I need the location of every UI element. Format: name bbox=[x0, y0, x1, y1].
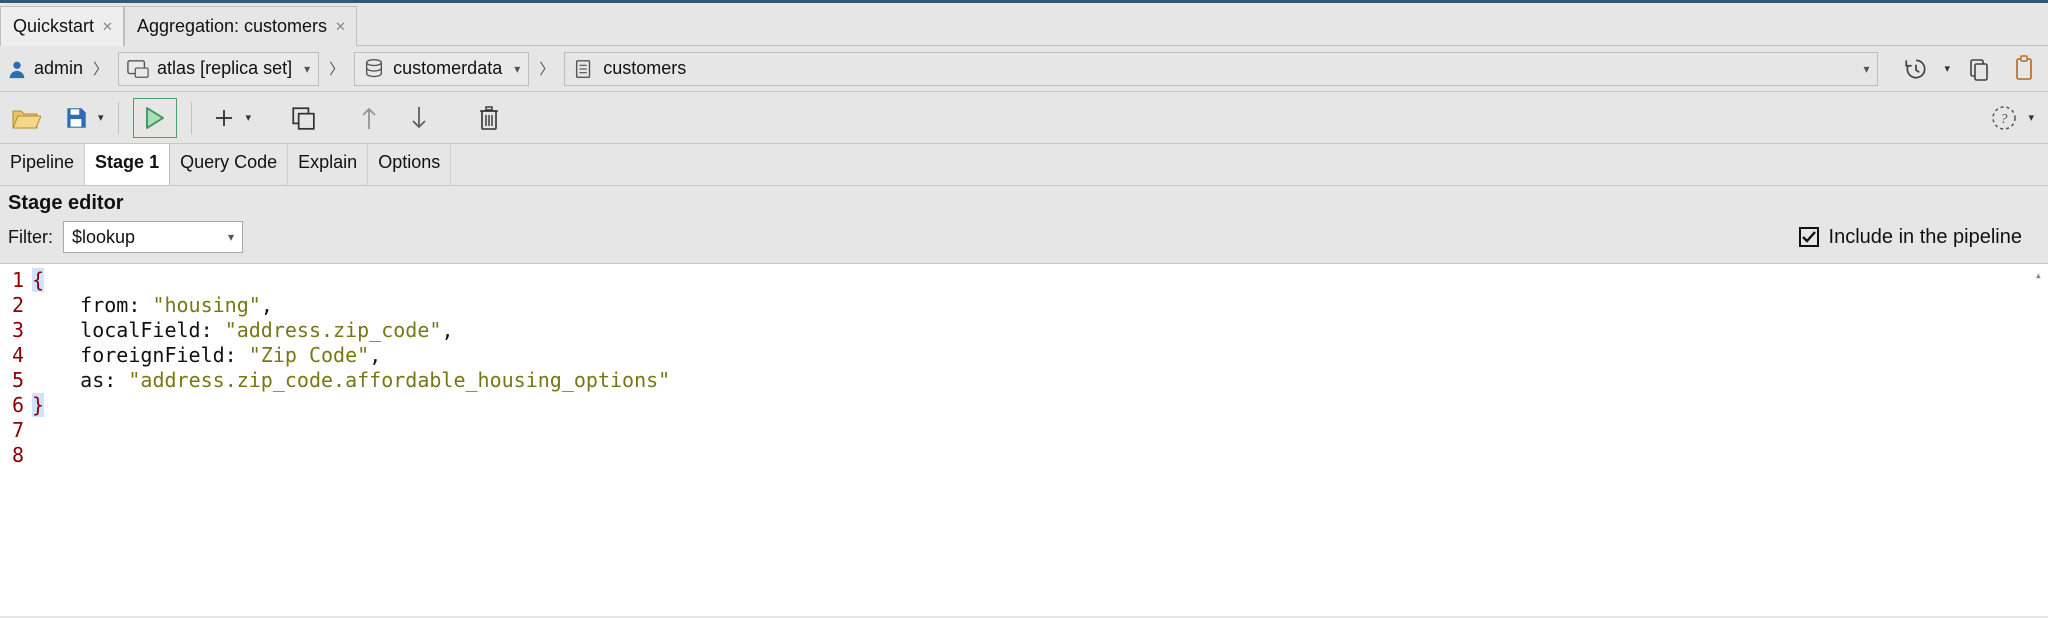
filter-label: Filter: bbox=[8, 227, 53, 248]
add-caret[interactable]: ▾ bbox=[246, 111, 252, 124]
collection-selector[interactable]: customers ▾ bbox=[564, 52, 1878, 86]
database-selector[interactable]: customerdata ▾ bbox=[354, 52, 529, 86]
chevron-down-icon: ▾ bbox=[514, 62, 520, 76]
collection-label: customers bbox=[603, 58, 686, 79]
window-tabs: Quickstart ✕ Aggregation: customers ✕ bbox=[0, 3, 2048, 46]
user-icon bbox=[6, 58, 28, 80]
chevron-down-icon: ▾ bbox=[304, 62, 310, 76]
tab-explain[interactable]: Explain bbox=[288, 144, 368, 185]
window-tab-aggregation[interactable]: Aggregation: customers ✕ bbox=[124, 6, 357, 46]
cluster-label: atlas [replica set] bbox=[157, 58, 292, 79]
chevron-down-icon: ▾ bbox=[228, 230, 234, 244]
chevron-right-icon: 〉 bbox=[325, 58, 348, 79]
cluster-selector[interactable]: atlas [replica set] ▾ bbox=[118, 52, 319, 86]
copy-button[interactable] bbox=[1960, 51, 1996, 87]
help-button[interactable]: ? bbox=[1986, 100, 2022, 136]
window-tab-quickstart[interactable]: Quickstart ✕ bbox=[0, 6, 124, 46]
save-button[interactable] bbox=[58, 100, 94, 136]
add-button[interactable] bbox=[206, 100, 242, 136]
code-editor[interactable]: 12345678 { from: "housing", localField: … bbox=[0, 264, 2048, 616]
context-bar: admin 〉 atlas [replica set] ▾ 〉 customer… bbox=[0, 46, 2048, 92]
paste-button[interactable] bbox=[2006, 51, 2042, 87]
tab-stage-1[interactable]: Stage 1 bbox=[85, 144, 170, 185]
user-label: admin bbox=[34, 58, 83, 79]
svg-text:?: ? bbox=[2001, 112, 2008, 127]
close-icon[interactable]: ✕ bbox=[335, 19, 346, 35]
duplicate-button[interactable] bbox=[285, 100, 321, 136]
filter-select[interactable]: $lookup ▾ bbox=[63, 221, 243, 253]
tab-options[interactable]: Options bbox=[368, 144, 451, 185]
history-caret[interactable]: ▾ bbox=[1944, 62, 1950, 75]
move-down-button[interactable] bbox=[401, 100, 437, 136]
scroll-up-icon[interactable]: ▴ bbox=[2035, 268, 2042, 282]
tab-query-code[interactable]: Query Code bbox=[170, 144, 288, 185]
editor-code[interactable]: { from: "housing", localField: "address.… bbox=[28, 264, 2048, 616]
include-checkbox[interactable] bbox=[1799, 227, 1819, 247]
tab-pipeline[interactable]: Pipeline bbox=[0, 144, 85, 185]
sub-tabs: Pipeline Stage 1 Query Code Explain Opti… bbox=[0, 144, 2048, 186]
history-button[interactable] bbox=[1898, 51, 1934, 87]
chevron-right-icon: 〉 bbox=[535, 58, 558, 79]
open-folder-button[interactable] bbox=[8, 100, 44, 136]
editor-gutter: 12345678 bbox=[0, 264, 28, 616]
run-button[interactable] bbox=[133, 98, 177, 138]
toolbar: ▾ ▾ ? ▾ bbox=[0, 92, 2048, 144]
database-icon bbox=[363, 58, 385, 80]
delete-button[interactable] bbox=[471, 100, 507, 136]
help-caret[interactable]: ▾ bbox=[2028, 111, 2034, 124]
window-tab-label: Aggregation: customers bbox=[137, 16, 327, 37]
stage-editor-heading: Stage editor bbox=[0, 186, 2048, 217]
chevron-down-icon: ▾ bbox=[1863, 62, 1869, 76]
include-in-pipeline[interactable]: Include in the pipeline bbox=[1799, 226, 2040, 249]
move-up-button[interactable] bbox=[351, 100, 387, 136]
database-label: customerdata bbox=[393, 58, 502, 79]
collection-icon bbox=[573, 58, 595, 80]
window-tab-label: Quickstart bbox=[13, 16, 94, 37]
server-icon bbox=[127, 59, 149, 79]
include-label: Include in the pipeline bbox=[1829, 226, 2022, 249]
filter-value: $lookup bbox=[72, 227, 135, 248]
chevron-right-icon: 〉 bbox=[89, 58, 112, 79]
close-icon[interactable]: ✕ bbox=[102, 19, 113, 35]
filter-row: Filter: $lookup ▾ Include in the pipelin… bbox=[0, 217, 2048, 264]
save-caret[interactable]: ▾ bbox=[98, 111, 104, 124]
